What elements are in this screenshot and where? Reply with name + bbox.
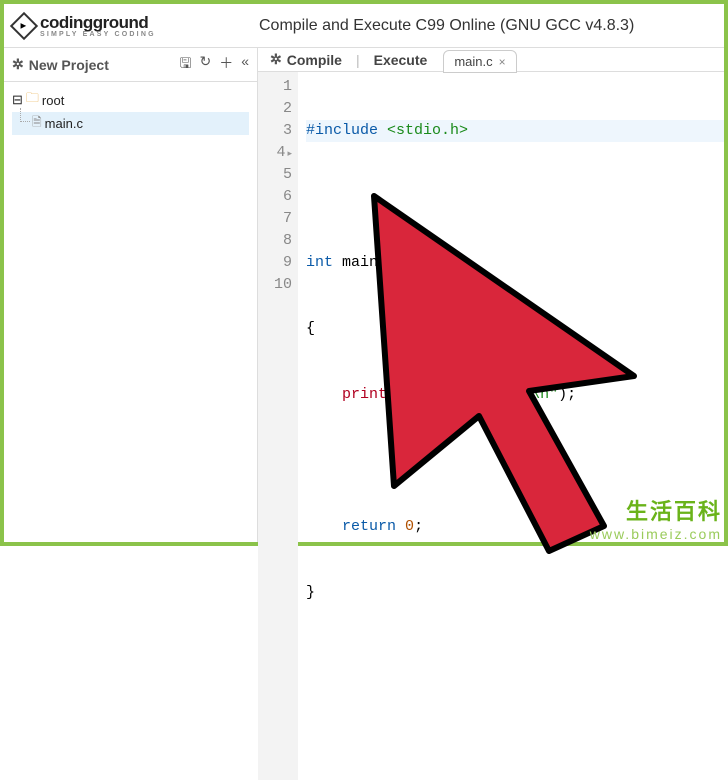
brand-name: codingground	[40, 14, 156, 31]
gear-icon: ✲	[270, 51, 282, 68]
execute-button[interactable]: Execute	[370, 50, 432, 70]
tree-root[interactable]: ⊟ 🗀 root	[12, 88, 249, 112]
editor-toolbar: ✲ Compile | Execute main.c ×	[258, 48, 724, 72]
tree-root-label: root	[42, 93, 64, 108]
code-line	[306, 714, 724, 736]
header: ▸ codingground SIMPLY EASY CODING Compil…	[4, 4, 724, 48]
file-tree: ⊟ 🗀 root 🗎 main.c	[4, 82, 257, 141]
line-number: 4	[258, 142, 292, 164]
code-line	[306, 648, 724, 670]
line-number: 3	[258, 120, 292, 142]
new-project-label[interactable]: New Project	[29, 57, 109, 73]
minus-icon: ⊟	[12, 92, 23, 108]
line-number: 1	[258, 76, 292, 98]
tab-main-c[interactable]: main.c ×	[443, 50, 516, 73]
file-icon: 🗎	[32, 113, 42, 134]
code-line: #include <stdio.h>	[306, 120, 724, 142]
execute-label: Execute	[374, 52, 428, 68]
code-line	[306, 450, 724, 472]
editor-area: ✲ Compile | Execute main.c × 1 2 3 4 5 6…	[258, 48, 724, 542]
code-line: int main()	[306, 252, 724, 274]
collapse-icon[interactable]: «	[241, 53, 249, 77]
compile-button[interactable]: ✲ Compile	[266, 49, 346, 70]
code-line: {	[306, 318, 724, 340]
line-number: 7	[258, 208, 292, 230]
tree-branch-icon	[20, 108, 30, 122]
save-icon[interactable]: 🖫	[180, 53, 192, 77]
page-title: Compile and Execute C99 Online (GNU GCC …	[259, 17, 634, 35]
toolbar-separator: |	[356, 52, 360, 68]
compile-label: Compile	[287, 52, 342, 68]
code-line: printf("Hello, World!\n");	[306, 384, 724, 406]
tree-file-label: main.c	[45, 116, 83, 131]
refresh-icon[interactable]: ↻	[199, 53, 211, 77]
code-editor[interactable]: 1 2 3 4 5 6 7 8 9 10 #include <stdio.h> …	[258, 72, 724, 780]
logo-badge-icon: ▸	[10, 11, 38, 39]
line-number: 5	[258, 164, 292, 186]
sidebar: ✲ New Project 🖫 ↻ ＋ « ⊟ 🗀 root 🗎 main.c	[4, 48, 258, 542]
main-row: ✲ New Project 🖫 ↻ ＋ « ⊟ 🗀 root 🗎 main.c	[4, 48, 724, 542]
line-number: 10	[258, 274, 292, 296]
logo: ▸ codingground SIMPLY EASY CODING	[14, 14, 259, 38]
code-line	[306, 186, 724, 208]
gear-icon[interactable]: ✲	[12, 56, 24, 73]
tree-file-main-c[interactable]: 🗎 main.c	[12, 112, 249, 135]
line-gutter: 1 2 3 4 5 6 7 8 9 10	[258, 72, 298, 780]
code-line: return 0;	[306, 516, 724, 538]
line-number: 9	[258, 252, 292, 274]
line-number: 8	[258, 230, 292, 252]
add-icon[interactable]: ＋	[219, 53, 233, 77]
code-line: }	[306, 582, 724, 604]
tab-label: main.c	[454, 54, 492, 69]
line-number: 2	[258, 98, 292, 120]
close-icon[interactable]: ×	[499, 55, 506, 69]
sidebar-header: ✲ New Project 🖫 ↻ ＋ «	[4, 48, 257, 82]
code-content[interactable]: #include <stdio.h> int main() { printf("…	[298, 72, 724, 780]
line-number: 6	[258, 186, 292, 208]
brand-tagline: SIMPLY EASY CODING	[40, 31, 156, 38]
